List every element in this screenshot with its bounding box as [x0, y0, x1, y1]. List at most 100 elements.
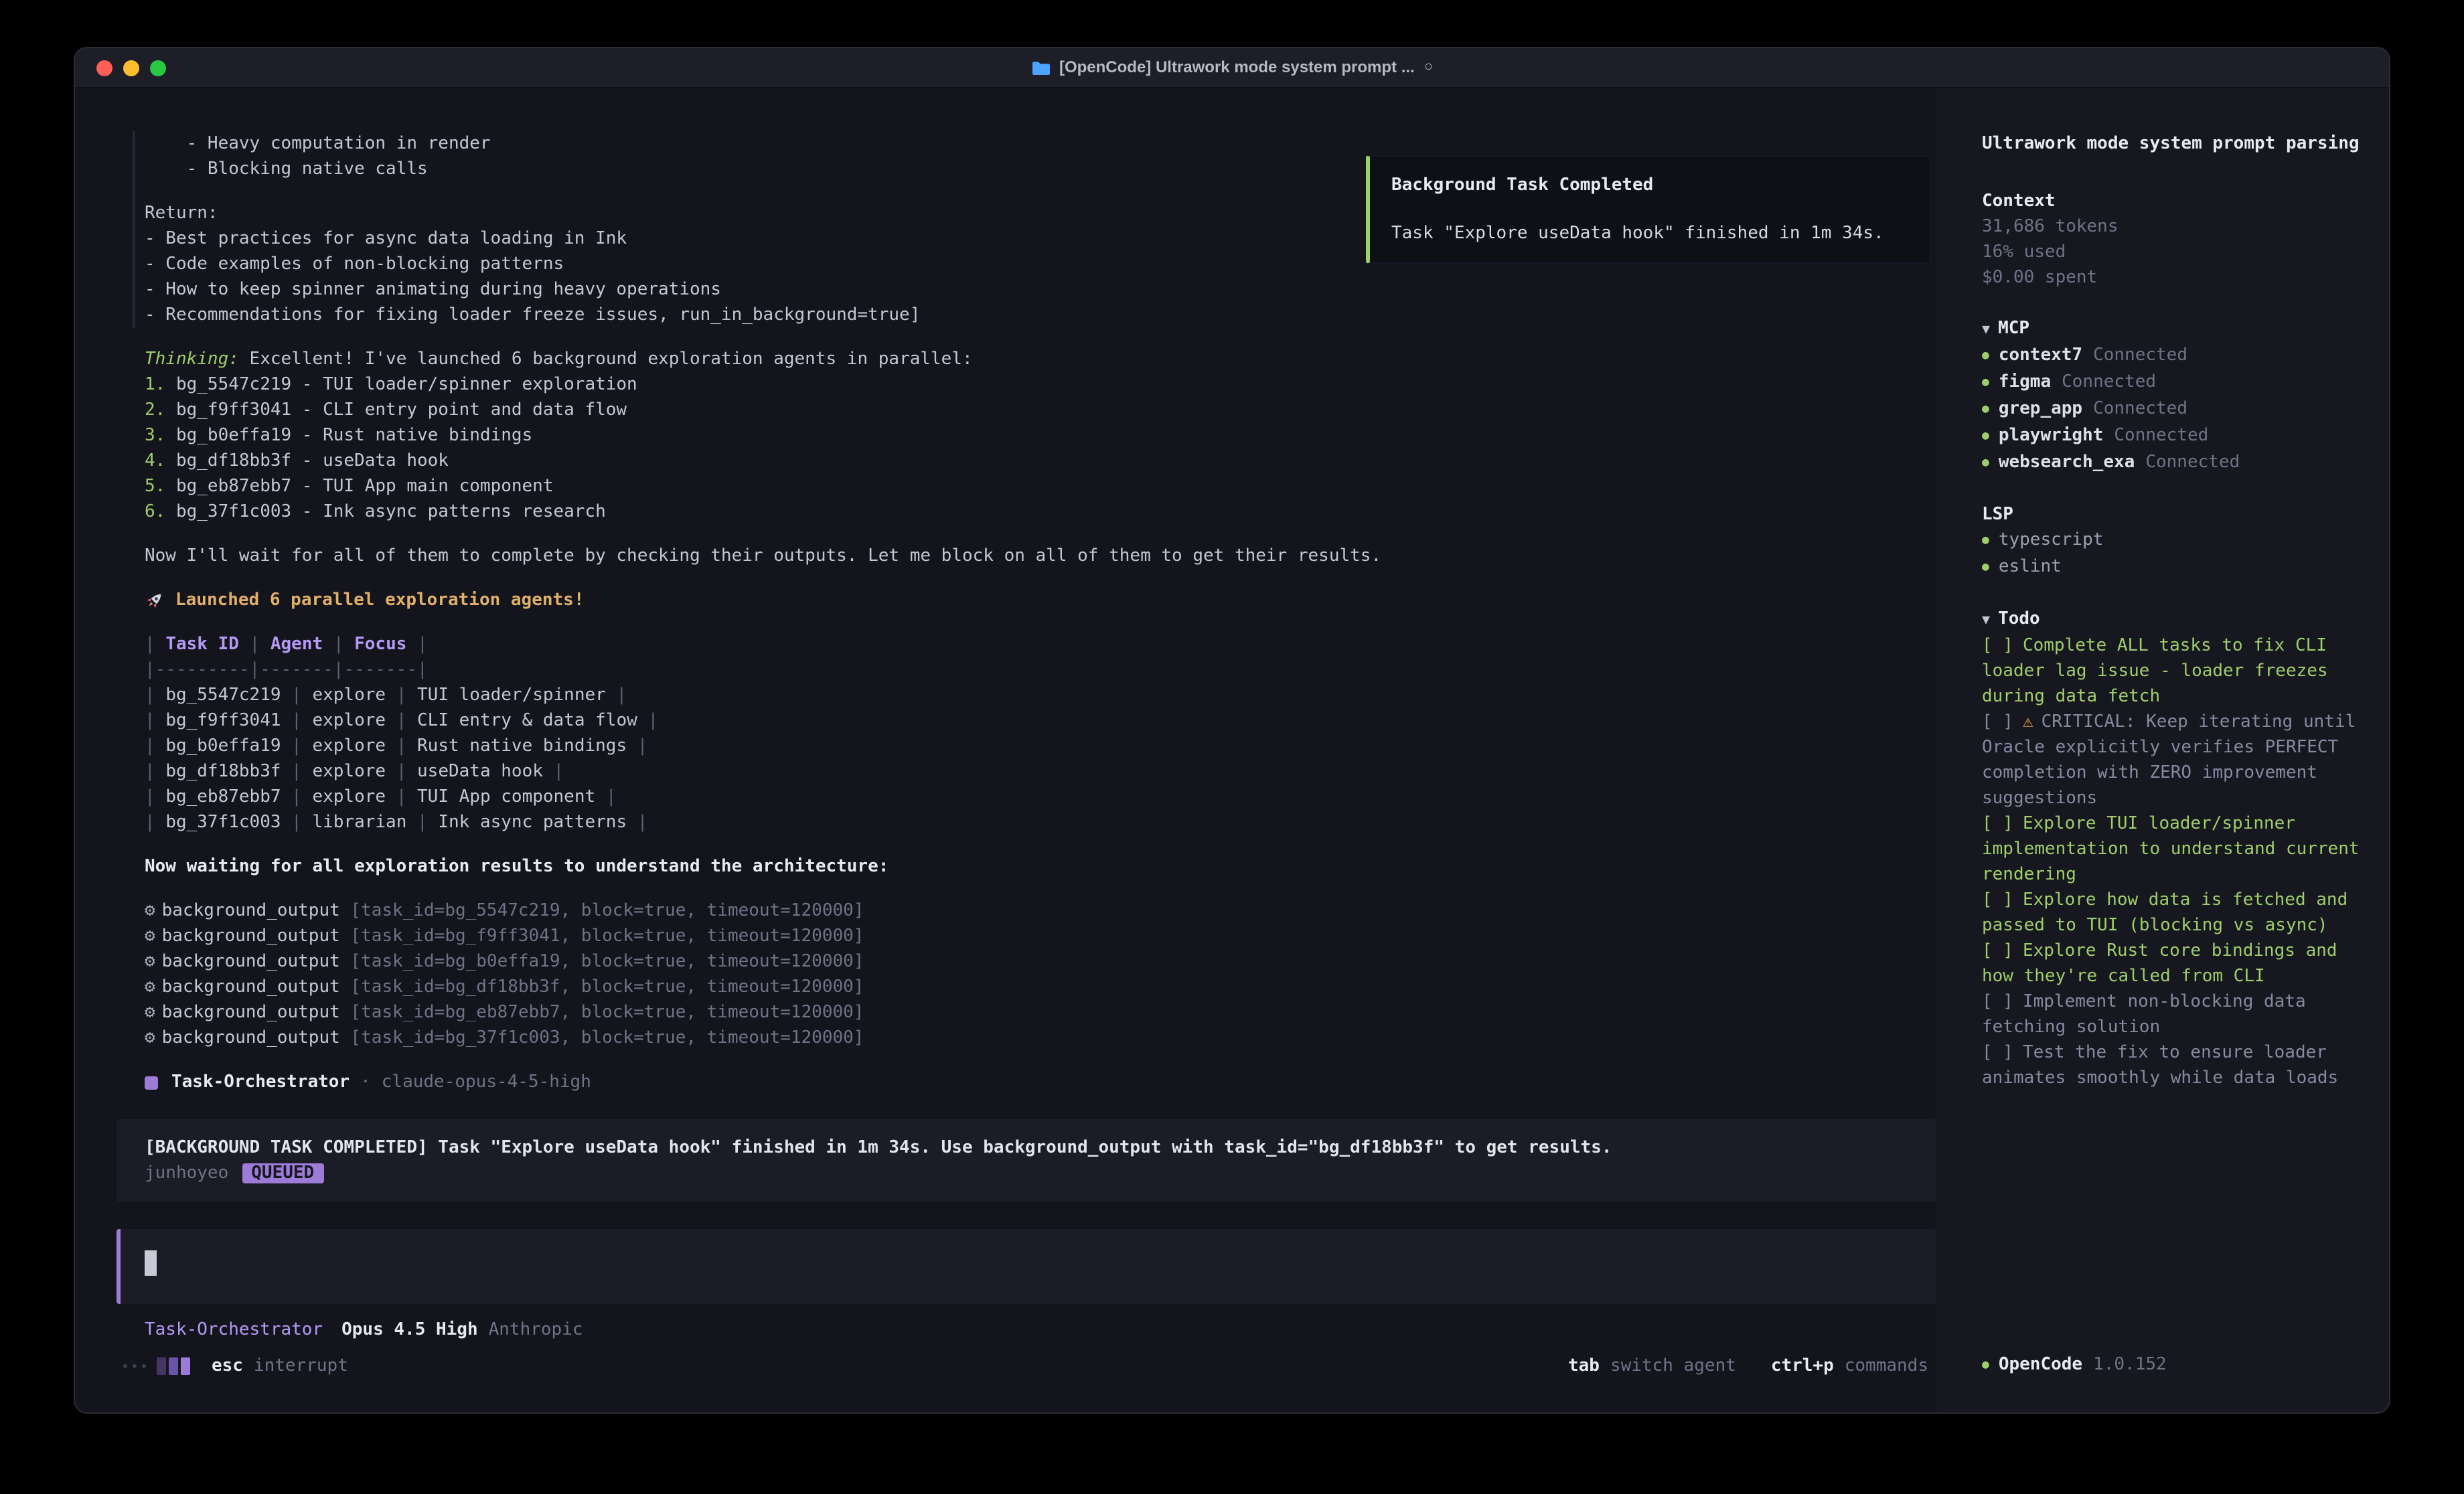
titlebar: [OpenCode] Ultrawork mode system prompt …	[75, 48, 2389, 88]
prompt-input[interactable]	[117, 1229, 1936, 1304]
status-dot: ●	[1982, 561, 1989, 574]
terminal-window: [OpenCode] Ultrawork mode system prompt …	[74, 47, 2390, 1414]
lsp-item: ●eslint	[1982, 554, 2373, 581]
gear-icon: ⚙	[145, 952, 155, 972]
gear-icon: ⚙	[145, 901, 155, 921]
context-used: 16% used	[1982, 240, 2373, 265]
wait-text: Now I'll wait for all of them to complet…	[145, 544, 1936, 569]
mcp-item: ●playwrightConnected	[1982, 423, 2373, 450]
tab-key-hint: tab	[1568, 1356, 1600, 1376]
input-model-name: Opus 4.5 High	[341, 1320, 478, 1340]
window-title-text: [OpenCode] Ultrawork mode system prompt …	[1059, 55, 1415, 80]
table-row: |bg_f9ff3041|explore|CLI entry & data fl…	[145, 708, 1936, 734]
status-dot: ●	[1982, 403, 1989, 416]
agent-name: Task-Orchestrator	[171, 1070, 350, 1095]
zoom-button[interactable]	[150, 60, 166, 76]
status-dot: ●	[1982, 376, 1989, 390]
todo-section: ▼Todo [ ]Complete ALL tasks to fix CLI l…	[1982, 606, 2373, 1091]
checkbox-icon: [ ]	[1982, 890, 2013, 910]
sidebar: Ultrawork mode system prompt parsing Con…	[1936, 88, 2389, 1412]
checkbox-icon: [ ]	[1982, 814, 2013, 834]
app-name: OpenCode	[1999, 1355, 2082, 1375]
status-bar-right: tab switch agent ctrl+p commands	[1568, 1353, 1928, 1379]
waiting-heading: Now waiting for all exploration results …	[145, 854, 1936, 880]
minimize-button[interactable]	[123, 60, 139, 76]
table-separator: |---------|-------|-------|	[145, 657, 1936, 683]
mcp-item: ●context7Connected	[1982, 343, 2373, 369]
background-task-panel: [BACKGROUND TASK COMPLETED] Task "Explor…	[117, 1119, 1936, 1202]
thinking-label: Thinking:	[145, 349, 239, 369]
user-name: junhoyeo	[145, 1163, 228, 1183]
context-heading: Context	[1982, 189, 2373, 214]
lsp-item: ●typescript	[1982, 527, 2373, 554]
app-version: 1.0.152	[2093, 1355, 2167, 1375]
lsp-heading: LSP	[1982, 502, 2373, 527]
table-row: |bg_df18bb3f|explore|useData hook|	[145, 759, 1936, 784]
gear-icon: ⚙	[145, 926, 155, 946]
ctrlp-key-hint: ctrl+p	[1771, 1356, 1834, 1376]
todo-item: [ ]Explore Rust core bindings and how th…	[1982, 938, 2373, 989]
output-line: - How to keep spinner animating during h…	[145, 277, 1936, 303]
agent-status-line: Task-Orchestrator·claude-opus-4-5-high	[145, 1070, 1936, 1095]
status-dot: ●	[1982, 456, 1989, 470]
mcp-section: ▼MCP ●context7Connected ●figmaConnected …	[1982, 316, 2373, 477]
terminal-main: - Heavy computation in render - Blocking…	[75, 88, 1936, 1412]
mcp-item: ●websearch_exaConnected	[1982, 450, 2373, 477]
agent-list-item: 5. bg_eb87ebb7 - TUI App main component	[145, 474, 1936, 499]
status-dot: ●	[1982, 349, 1989, 363]
checkbox-icon: [ ]	[1982, 941, 2013, 961]
todo-item: [ ]Implement non-blocking data fetching …	[1982, 989, 2373, 1040]
tool-call-line: ⚙background_output [task_id=bg_37f1c003,…	[145, 1025, 1936, 1051]
status-bar: esc interrupt tab switch agent ctrl+p comman…	[123, 1353, 1928, 1379]
todo-item: [ ]Explore how data is fetched and passe…	[1982, 888, 2373, 938]
agent-icon	[145, 1076, 158, 1089]
progress-indicator	[157, 1356, 193, 1376]
close-button[interactable]	[96, 60, 112, 76]
chevron-down-icon: ▼	[1982, 323, 1990, 337]
session-title: Ultrawork mode system prompt parsing	[1982, 131, 2373, 157]
toast-notification[interactable]: Background Task Completed Task "Explore …	[1366, 155, 1931, 264]
window-content: - Heavy computation in render - Blocking…	[75, 88, 2389, 1412]
checkbox-icon: [ ]	[1982, 712, 2013, 732]
table-header-row: |Task ID|Agent|Focus|	[145, 632, 1936, 657]
todo-item: [ ]Test the fix to ensure loader animate…	[1982, 1040, 2373, 1091]
tool-call-line: ⚙background_output [task_id=bg_f9ff3041,…	[145, 924, 1936, 949]
input-agent-name: Task-Orchestrator	[145, 1320, 323, 1340]
thinking-line: Thinking: Excellent! I've launched 6 bac…	[145, 347, 1936, 372]
agent-list-item: 4. bg_df18bb3f - useData hook	[145, 448, 1936, 474]
chevron-down-icon: ▼	[1982, 613, 1990, 628]
agent-list-item: 1. bg_5547c219 - TUI loader/spinner expl…	[145, 372, 1936, 398]
checkbox-icon: [ ]	[1982, 992, 2013, 1012]
agent-list-item: 3. bg_b0effa19 - Rust native bindings	[145, 423, 1936, 448]
status-bar-left: esc interrupt	[123, 1353, 348, 1379]
model-name: claude-opus-4-5-high	[382, 1070, 591, 1095]
gear-icon: ⚙	[145, 977, 155, 997]
table-row: |bg_eb87ebb7|explore|TUI App component|	[145, 784, 1936, 810]
tab-key-label: switch agent	[1610, 1356, 1736, 1376]
input-provider-name: Anthropic	[489, 1320, 583, 1340]
agent-list-item: 6. bg_37f1c003 - Ink async patterns rese…	[145, 499, 1936, 525]
tool-call-line: ⚙background_output [task_id=bg_eb87ebb7,…	[145, 1000, 1936, 1025]
agent-list-item: 2. bg_f9ff3041 - CLI entry point and dat…	[145, 398, 1936, 423]
rocket-icon	[145, 590, 165, 610]
checkbox-icon: [ ]	[1982, 636, 2013, 656]
spinner-dots	[123, 1356, 151, 1376]
window-title: [OpenCode] Ultrawork mode system prompt …	[1031, 55, 1433, 80]
task-completed-message: [BACKGROUND TASK COMPLETED] Task "Explor…	[145, 1135, 1908, 1161]
todo-item: [ ]Explore TUI loader/spinner implementa…	[1982, 811, 2373, 888]
folder-icon	[1031, 60, 1050, 76]
output-line: - Recommendations for fixing loader free…	[145, 303, 1936, 328]
output-line: - Heavy computation in render	[145, 131, 1936, 157]
todo-heading[interactable]: ▼Todo	[1982, 606, 2373, 633]
toast-title: Background Task Completed	[1391, 173, 1908, 198]
toast-body: Task "Explore useData hook" finished in …	[1391, 221, 1908, 246]
esc-key-label: interrupt	[254, 1356, 348, 1376]
ctrlp-key-label: commands	[1845, 1356, 1928, 1376]
lsp-section: LSP ●typescript ●eslint	[1982, 502, 2373, 581]
window-controls	[96, 60, 166, 76]
mcp-heading[interactable]: ▼MCP	[1982, 316, 2373, 343]
esc-key-hint: esc	[212, 1356, 243, 1376]
queued-badge: QUEUED	[242, 1163, 323, 1183]
table-row: |bg_37f1c003|librarian|Ink async pattern…	[145, 810, 1936, 835]
status-dot: ●	[1982, 430, 1989, 443]
